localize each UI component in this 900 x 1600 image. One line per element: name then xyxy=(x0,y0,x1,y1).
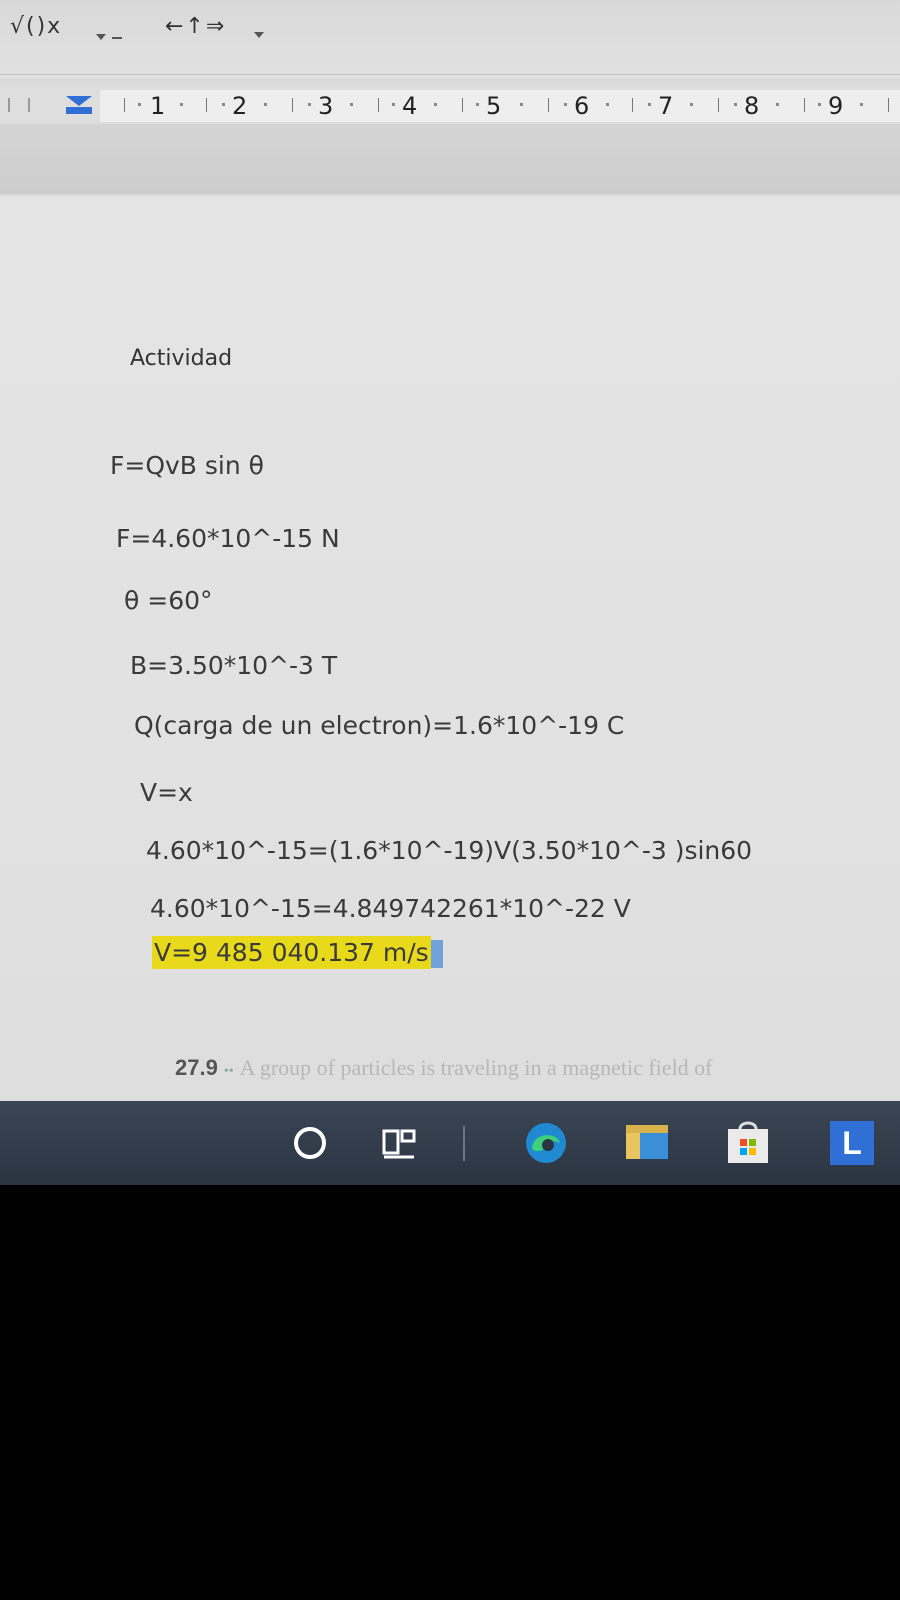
page-gap xyxy=(0,124,900,194)
equation-line: 4.60*10^-15=(1.6*10^-19)V(3.50*10^-3 )si… xyxy=(146,836,753,865)
equation-line: θ =60° xyxy=(124,586,213,615)
ruler-number: 1 xyxy=(150,92,166,120)
ruler-tick xyxy=(804,98,805,112)
ruler-dot xyxy=(564,103,567,106)
ruler-tick xyxy=(888,98,889,112)
ruler-tick xyxy=(124,98,125,112)
ruler-tick xyxy=(206,98,207,112)
difficulty-dots: •• xyxy=(223,1064,234,1079)
equation-line: 4.60*10^-15=4.849742261*10^-22 V xyxy=(150,894,631,923)
ribbon-toolbar: √()x ←↑⇒ xyxy=(0,0,900,78)
ruler-number: 8 xyxy=(744,92,760,120)
problem-text: A group of particles is traveling in a m… xyxy=(239,1055,713,1080)
search-icon[interactable] xyxy=(290,1123,330,1163)
ruler-dot xyxy=(860,103,863,106)
ruler-dot xyxy=(476,103,479,106)
ruler-dot xyxy=(392,103,395,106)
ruler-dot xyxy=(606,103,609,106)
ruler-dot xyxy=(690,103,693,106)
ruler-dot xyxy=(264,103,267,106)
ruler-number: 6 xyxy=(574,92,590,120)
l-app-icon[interactable]: L xyxy=(830,1121,874,1165)
ruler-number: 9 xyxy=(828,92,844,120)
equation-tools-icon[interactable]: √()x xyxy=(10,14,62,39)
ruler-dot xyxy=(180,103,183,106)
chevron-down-icon[interactable] xyxy=(92,28,122,48)
ruler-number: 4 xyxy=(402,92,418,120)
arrows-icon[interactable]: ←↑⇒ xyxy=(165,14,226,39)
ruler-tick xyxy=(548,98,549,112)
word-window: √()x ←↑⇒ 1 2 3 4 5 6 7 8 9 Actividad F=Q… xyxy=(0,0,900,1185)
ruler-tick xyxy=(378,98,379,112)
ruler-dot xyxy=(734,103,737,106)
indent-marker-icon[interactable] xyxy=(64,94,94,116)
highlighted-result: V=9 485 040.137 m/s xyxy=(152,936,431,969)
taskbar-separator xyxy=(463,1126,465,1161)
chevron-down-icon[interactable] xyxy=(252,28,268,42)
document-heading: Actividad xyxy=(130,346,233,371)
equation-text: Q(carga de un electron)=1.6*10^-19 C xyxy=(134,711,625,740)
horizontal-ruler[interactable]: 1 2 3 4 5 6 7 8 9 xyxy=(0,86,900,124)
ruler-dot xyxy=(434,103,437,106)
ruler-dot xyxy=(818,103,821,106)
ruler-number: 3 xyxy=(318,92,334,120)
ruler-mark xyxy=(28,98,30,112)
ruler-dot xyxy=(520,103,523,106)
result-line[interactable]: V=9 485 040.137 m/s xyxy=(152,936,443,969)
file-explorer-icon[interactable] xyxy=(622,1119,672,1165)
ruler-mark xyxy=(8,98,10,112)
store-icon[interactable] xyxy=(724,1117,772,1167)
edge-icon[interactable] xyxy=(522,1119,570,1167)
ruler-number: 5 xyxy=(486,92,502,120)
text-cursor xyxy=(430,940,443,968)
ruler-dot xyxy=(138,103,141,106)
ruler-tick xyxy=(632,98,633,112)
ruler-dot xyxy=(308,103,311,106)
ruler-number: 2 xyxy=(232,92,248,120)
ruler-dot xyxy=(648,103,651,106)
ruler-dot xyxy=(350,103,353,106)
equation-line: V=x xyxy=(140,778,193,807)
ruler-number: 7 xyxy=(658,92,674,120)
equation-line: F=4.60*10^-15 N xyxy=(116,524,340,553)
ruler-tick xyxy=(292,98,293,112)
ruler-tick xyxy=(462,98,463,112)
ribbon-divider xyxy=(0,74,900,75)
equation-line: F=QvB sin θ xyxy=(110,451,264,480)
equation-line: B=3.50*10^-3 T xyxy=(130,651,338,680)
next-problem-preview: 27.9 •• A group of particles is traveling … xyxy=(175,1055,713,1081)
task-view-icon[interactable] xyxy=(380,1123,420,1163)
equation-line: Q(carga de un electron)=1.6*10^-19 C xyxy=(134,711,624,740)
ruler-tick xyxy=(718,98,719,112)
ruler-dot xyxy=(776,103,779,106)
problem-number: 27.9 xyxy=(175,1055,218,1080)
taskbar: L xyxy=(0,1101,900,1185)
document-page[interactable]: Actividad F=QvB sin θ F=4.60*10^-15 N θ … xyxy=(0,196,900,1101)
ruler-dot xyxy=(222,103,225,106)
